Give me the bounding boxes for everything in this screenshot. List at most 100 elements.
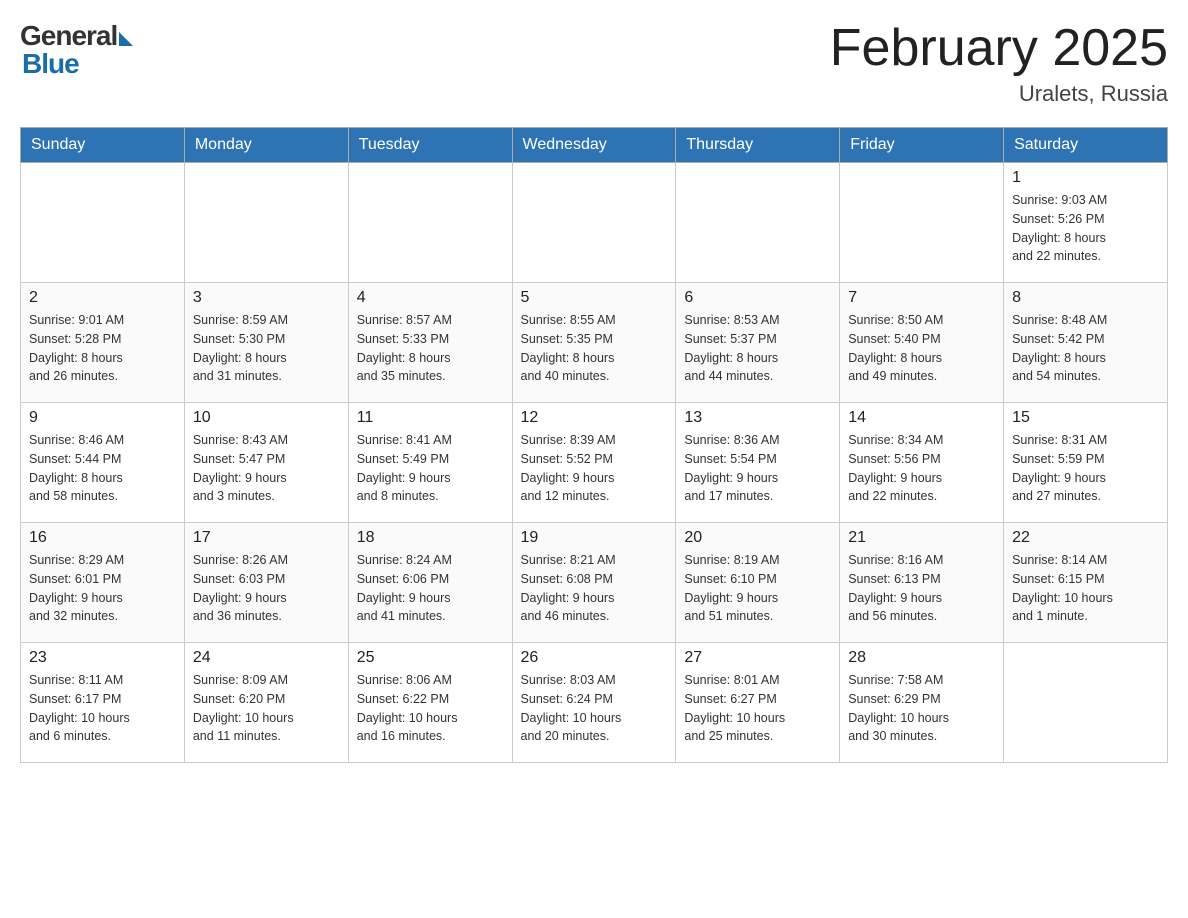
day-number: 14 [848, 409, 995, 427]
day-number: 22 [1012, 529, 1159, 547]
day-number: 27 [684, 649, 831, 667]
day-info: Sunrise: 8:24 AMSunset: 6:06 PMDaylight:… [357, 551, 504, 626]
day-info: Sunrise: 8:59 AMSunset: 5:30 PMDaylight:… [193, 311, 340, 386]
day-number: 9 [29, 409, 176, 427]
day-number: 19 [521, 529, 668, 547]
calendar-week-4: 16Sunrise: 8:29 AMSunset: 6:01 PMDayligh… [21, 523, 1168, 643]
calendar-cell: 2 Sunrise: 9:01 AMSunset: 5:28 PMDaylight… [21, 283, 185, 403]
day-number: 24 [193, 649, 340, 667]
day-info: Sunrise: 8:19 AMSunset: 6:10 PMDaylight:… [684, 551, 831, 626]
calendar-cell [676, 163, 840, 283]
calendar-cell: 16Sunrise: 8:29 AMSunset: 6:01 PMDayligh… [21, 523, 185, 643]
day-info: Sunrise: 8:01 AMSunset: 6:27 PMDaylight:… [684, 671, 831, 746]
day-info: Sunrise: 8:46 AMSunset: 5:44 PMDaylight:… [29, 431, 176, 506]
day-number: 11 [357, 409, 504, 427]
calendar-cell: 17 Sunrise: 8:26 AMSunset: 6:03 PMDayligh… [184, 523, 348, 643]
day-number: 21 [848, 529, 995, 547]
logo-blue-text: Blue [22, 48, 79, 80]
day-info: Sunrise: 9:01 AMSunset: 5:28 PMDaylight:… [29, 311, 176, 386]
column-header-saturday: Saturday [1004, 128, 1168, 163]
location-label: Uralets, Russia [830, 81, 1168, 107]
day-number: 10 [193, 409, 340, 427]
day-number: 23 [29, 649, 176, 667]
calendar-week-1: 1 Sunrise: 9:03 AMSunset: 5:26 PMDaylight… [21, 163, 1168, 283]
calendar-cell: 9 Sunrise: 8:46 AMSunset: 5:44 PMDaylight… [21, 403, 185, 523]
day-number: 12 [521, 409, 668, 427]
day-number: 1 [1012, 169, 1159, 187]
day-info: Sunrise: 8:11 AMSunset: 6:17 PMDaylight:… [29, 671, 176, 746]
day-info: Sunrise: 8:09 AMSunset: 6:20 PMDaylight:… [193, 671, 340, 746]
calendar-cell: 25 Sunrise: 8:06 AMSunset: 6:22 PMDayligh… [348, 643, 512, 763]
calendar-table: SundayMondayTuesdayWednesdayThursdayFrid… [20, 127, 1168, 763]
column-header-thursday: Thursday [676, 128, 840, 163]
calendar-cell: 20 Sunrise: 8:19 AMSunset: 6:10 PMDayligh… [676, 523, 840, 643]
day-number: 13 [684, 409, 831, 427]
calendar-cell: 24 Sunrise: 8:09 AMSunset: 6:20 PMDayligh… [184, 643, 348, 763]
day-info: Sunrise: 8:39 AMSunset: 5:52 PMDaylight:… [521, 431, 668, 506]
calendar-cell: 6Sunrise: 8:53 AMSunset: 5:37 PMDaylight… [676, 283, 840, 403]
day-info: Sunrise: 8:53 AMSunset: 5:37 PMDaylight:… [684, 311, 831, 386]
day-number: 2 [29, 289, 176, 307]
calendar-cell: 28Sunrise: 7:58 AMSunset: 6:29 PMDayligh… [840, 643, 1004, 763]
day-info: Sunrise: 8:03 AMSunset: 6:24 PMDaylight:… [521, 671, 668, 746]
logo: General Blue [20, 20, 133, 80]
calendar-cell: 26Sunrise: 8:03 AMSunset: 6:24 PMDayligh… [512, 643, 676, 763]
calendar-cell [21, 163, 185, 283]
day-info: Sunrise: 7:58 AMSunset: 6:29 PMDaylight:… [848, 671, 995, 746]
day-info: Sunrise: 8:06 AMSunset: 6:22 PMDaylight:… [357, 671, 504, 746]
calendar-cell: 23 Sunrise: 8:11 AMSunset: 6:17 PMDayligh… [21, 643, 185, 763]
calendar-cell: 7 Sunrise: 8:50 AMSunset: 5:40 PMDaylight… [840, 283, 1004, 403]
calendar-cell [840, 163, 1004, 283]
calendar-cell: 3Sunrise: 8:59 AMSunset: 5:30 PMDaylight… [184, 283, 348, 403]
day-info: Sunrise: 8:34 AMSunset: 5:56 PMDaylight:… [848, 431, 995, 506]
column-header-wednesday: Wednesday [512, 128, 676, 163]
calendar-cell: 4 Sunrise: 8:57 AMSunset: 5:33 PMDaylight… [348, 283, 512, 403]
calendar-cell: 10Sunrise: 8:43 AMSunset: 5:47 PMDayligh… [184, 403, 348, 523]
calendar-cell: 5 Sunrise: 8:55 AMSunset: 5:35 PMDaylight… [512, 283, 676, 403]
calendar-cell: 18 Sunrise: 8:24 AMSunset: 6:06 PMDayligh… [348, 523, 512, 643]
column-header-tuesday: Tuesday [348, 128, 512, 163]
calendar-week-5: 23 Sunrise: 8:11 AMSunset: 6:17 PMDayligh… [21, 643, 1168, 763]
day-info: Sunrise: 8:16 AMSunset: 6:13 PMDaylight:… [848, 551, 995, 626]
calendar-week-2: 2 Sunrise: 9:01 AMSunset: 5:28 PMDaylight… [21, 283, 1168, 403]
day-info: Sunrise: 9:03 AMSunset: 5:26 PMDaylight:… [1012, 191, 1159, 266]
day-info: Sunrise: 8:21 AMSunset: 6:08 PMDaylight:… [521, 551, 668, 626]
day-info: Sunrise: 8:36 AMSunset: 5:54 PMDaylight:… [684, 431, 831, 506]
calendar-cell [512, 163, 676, 283]
day-info: Sunrise: 8:31 AMSunset: 5:59 PMDaylight:… [1012, 431, 1159, 506]
calendar-cell: 15 Sunrise: 8:31 AMSunset: 5:59 PMDayligh… [1004, 403, 1168, 523]
day-number: 25 [357, 649, 504, 667]
calendar-cell: 27 Sunrise: 8:01 AMSunset: 6:27 PMDayligh… [676, 643, 840, 763]
calendar-header-row: SundayMondayTuesdayWednesdayThursdayFrid… [21, 128, 1168, 163]
day-info: Sunrise: 8:14 AMSunset: 6:15 PMDaylight:… [1012, 551, 1159, 626]
day-number: 5 [521, 289, 668, 307]
day-number: 7 [848, 289, 995, 307]
day-info: Sunrise: 8:26 AMSunset: 6:03 PMDaylight:… [193, 551, 340, 626]
day-info: Sunrise: 8:57 AMSunset: 5:33 PMDaylight:… [357, 311, 504, 386]
day-info: Sunrise: 8:50 AMSunset: 5:40 PMDaylight:… [848, 311, 995, 386]
calendar-cell: 12 Sunrise: 8:39 AMSunset: 5:52 PMDayligh… [512, 403, 676, 523]
calendar-cell [348, 163, 512, 283]
day-number: 15 [1012, 409, 1159, 427]
calendar-cell: 11 Sunrise: 8:41 AMSunset: 5:49 PMDayligh… [348, 403, 512, 523]
calendar-cell: 8Sunrise: 8:48 AMSunset: 5:42 PMDaylight… [1004, 283, 1168, 403]
calendar-cell: 13 Sunrise: 8:36 AMSunset: 5:54 PMDayligh… [676, 403, 840, 523]
title-section: February 2025 Uralets, Russia [830, 20, 1168, 107]
calendar-week-3: 9 Sunrise: 8:46 AMSunset: 5:44 PMDaylight… [21, 403, 1168, 523]
day-number: 18 [357, 529, 504, 547]
day-info: Sunrise: 8:41 AMSunset: 5:49 PMDaylight:… [357, 431, 504, 506]
calendar-cell: 19 Sunrise: 8:21 AMSunset: 6:08 PMDayligh… [512, 523, 676, 643]
calendar-cell [1004, 643, 1168, 763]
calendar-cell [184, 163, 348, 283]
page-header: General Blue February 2025 Uralets, Russ… [20, 20, 1168, 107]
day-info: Sunrise: 8:55 AMSunset: 5:35 PMDaylight:… [521, 311, 668, 386]
column-header-monday: Monday [184, 128, 348, 163]
day-number: 20 [684, 529, 831, 547]
column-header-friday: Friday [840, 128, 1004, 163]
day-number: 17 [193, 529, 340, 547]
logo-arrow-icon [119, 32, 133, 46]
calendar-cell: 21 Sunrise: 8:16 AMSunset: 6:13 PMDayligh… [840, 523, 1004, 643]
day-number: 4 [357, 289, 504, 307]
day-number: 16 [29, 529, 176, 547]
calendar-cell: 22 Sunrise: 8:14 AMSunset: 6:15 PMDayligh… [1004, 523, 1168, 643]
